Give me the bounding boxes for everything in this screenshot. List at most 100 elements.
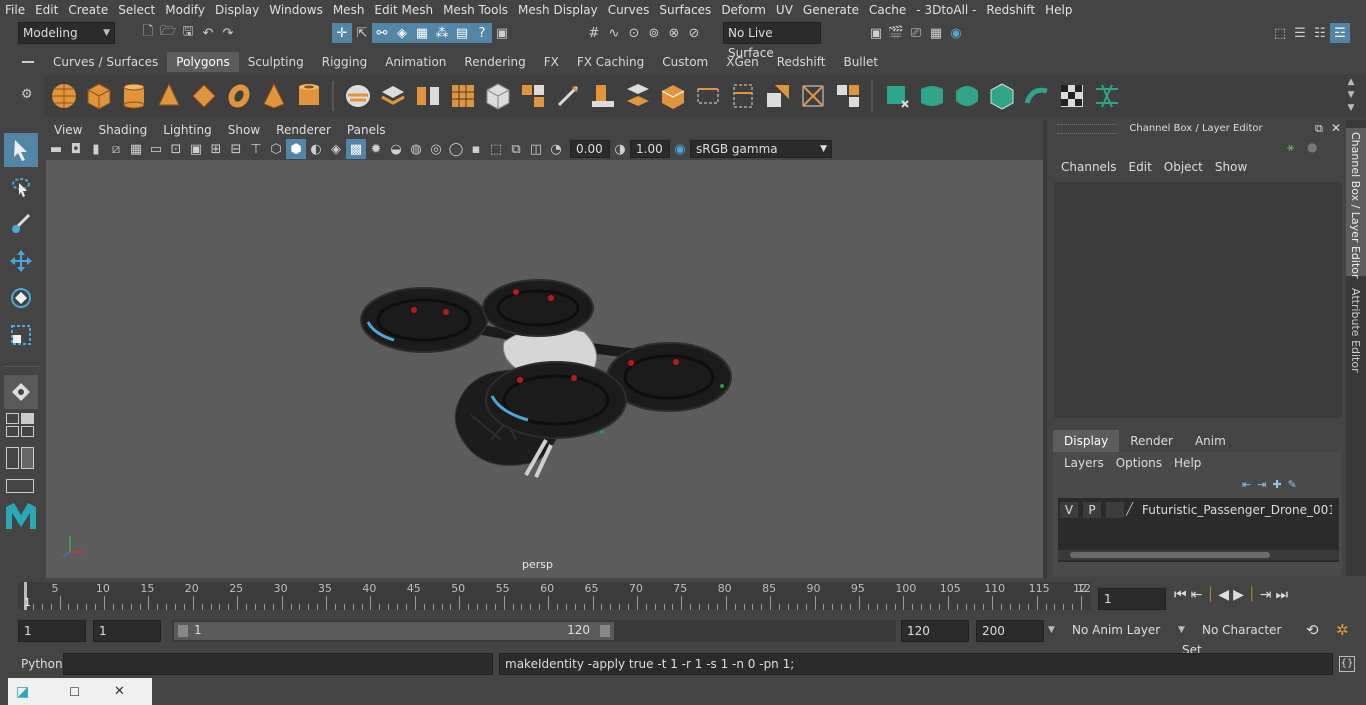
layer-color-icon[interactable]: ╱ xyxy=(1126,502,1142,518)
smooth-icon[interactable] xyxy=(448,81,478,111)
panel-menu-show[interactable]: Show xyxy=(220,120,268,140)
move-tool-icon[interactable] xyxy=(4,244,38,278)
new-layer-icon[interactable]: ✚ xyxy=(1272,478,1281,491)
remesh-icon[interactable] xyxy=(518,81,548,111)
drone-model[interactable] xyxy=(46,160,1043,578)
film-gate-icon[interactable]: ▭ xyxy=(146,139,166,159)
range-right-grip[interactable] xyxy=(600,625,610,637)
tab-render[interactable]: Render xyxy=(1119,430,1184,452)
mirror-icon[interactable] xyxy=(413,81,443,111)
cb-menu-show[interactable]: Show xyxy=(1209,160,1253,174)
smooth-shade-icon[interactable]: ⬢ xyxy=(286,139,306,159)
textured-icon[interactable]: ◈ xyxy=(326,139,346,159)
animation-start-field[interactable]: 1 xyxy=(18,620,86,642)
use-all-lights-icon[interactable]: ▩ xyxy=(346,139,366,159)
motion-blur-icon[interactable]: ◍ xyxy=(406,139,426,159)
paint-select-tool-icon[interactable] xyxy=(4,207,38,241)
panel-menu-lighting[interactable]: Lighting xyxy=(155,120,220,140)
graph-layout-icon[interactable] xyxy=(21,447,34,469)
layer-menu-layers[interactable]: Layers xyxy=(1058,456,1110,470)
menu-3dtoall[interactable]: - 3DtoAll - xyxy=(911,0,981,20)
menu-surfaces[interactable]: Surfaces xyxy=(654,0,716,20)
close-window-icon[interactable]: ✕ xyxy=(114,684,125,699)
snap-curve-icon[interactable]: ∿ xyxy=(604,23,624,43)
range-slider[interactable]: 1 120 xyxy=(172,620,896,642)
menu-deform[interactable]: Deform xyxy=(716,0,771,20)
tab-redshift[interactable]: Redshift xyxy=(768,52,835,72)
menu-redshift[interactable]: Redshift xyxy=(981,0,1040,20)
menu-uv[interactable]: UV xyxy=(771,0,798,20)
target-weld-icon[interactable] xyxy=(798,81,828,111)
snap-icon[interactable]: ◈ xyxy=(392,23,412,43)
menu-curves[interactable]: Curves xyxy=(603,0,655,20)
layer-visibility-toggle[interactable]: V xyxy=(1060,502,1078,518)
panel-menu-shading[interactable]: Shading xyxy=(90,120,155,140)
tab-rigging[interactable]: Rigging xyxy=(313,52,376,72)
rotate-tool-icon[interactable] xyxy=(4,281,38,315)
go-to-start-icon[interactable]: ⏮ xyxy=(1174,587,1187,603)
two-pane-layout-icon[interactable] xyxy=(21,413,34,424)
menu-create[interactable]: Create xyxy=(63,0,113,20)
gate-mask-icon[interactable]: ▣ xyxy=(186,139,206,159)
poly-cone-icon[interactable] xyxy=(154,81,184,111)
move-layer-up-icon[interactable]: ⇤ xyxy=(1242,478,1251,491)
tab-fx-caching[interactable]: FX Caching xyxy=(568,52,653,72)
tab-display[interactable]: Display xyxy=(1053,430,1120,452)
menu-help[interactable]: Help xyxy=(1040,0,1077,20)
cylindrical-uv-icon[interactable] xyxy=(917,81,947,111)
shadows-icon[interactable]: ✹ xyxy=(366,139,386,159)
layer-playback-toggle[interactable]: P xyxy=(1083,502,1101,518)
tab-sculpting[interactable]: Sculpting xyxy=(239,52,313,72)
select-component-icon[interactable]: ⚯ xyxy=(372,23,392,43)
four-pane-layout-icon[interactable] xyxy=(6,426,19,437)
select-hierarchy-icon[interactable]: ✛ xyxy=(332,23,352,43)
menu-select[interactable]: Select xyxy=(113,0,160,20)
layer-menu-options[interactable]: Options xyxy=(1110,456,1168,470)
tab-xgen[interactable]: XGen xyxy=(717,52,768,72)
gamma-field[interactable]: 1.00 xyxy=(630,140,670,158)
xray-icon[interactable]: ⬚ xyxy=(486,139,506,159)
menu-generate[interactable]: Generate xyxy=(798,0,864,20)
play-backwards-icon[interactable]: ◀ xyxy=(1218,587,1229,603)
menu-edit[interactable]: Edit xyxy=(30,0,63,20)
perspective-viewport[interactable]: persp xyxy=(46,160,1043,578)
ipr-render-icon[interactable]: ⎚ xyxy=(906,23,926,43)
spherical-uv-icon[interactable] xyxy=(952,81,982,111)
tab-bullet[interactable]: Bullet xyxy=(834,52,887,72)
render-view-icon[interactable]: ▦ xyxy=(926,23,946,43)
snap-point-icon[interactable]: ⊙ xyxy=(624,23,644,43)
image-plane-icon[interactable]: ⧄ xyxy=(106,139,126,159)
merge-icon[interactable] xyxy=(763,81,793,111)
collapse-icon[interactable] xyxy=(833,81,863,111)
mask-deform-icon[interactable]: ⁂ xyxy=(432,23,452,43)
redo-icon[interactable]: ↷ xyxy=(218,23,238,43)
camera-icon[interactable]: ▬ xyxy=(46,139,66,159)
playback-start-field[interactable]: 1 xyxy=(93,620,161,642)
color-space-dropdown[interactable]: sRGB gamma ▼ xyxy=(690,140,832,158)
poly-cylinder-icon[interactable] xyxy=(119,81,149,111)
script-language-label[interactable]: Python xyxy=(21,657,63,671)
anim-layer-dropdown[interactable]: ▼ No Anim Layer xyxy=(1048,620,1164,642)
scale-tool-icon[interactable] xyxy=(4,318,38,352)
save-scene-icon[interactable]: 🖫 xyxy=(178,23,198,43)
gamma-icon[interactable]: ◑ xyxy=(610,139,630,159)
animation-end-field[interactable]: 200 xyxy=(976,620,1044,642)
render-settings-icon[interactable]: ▣ xyxy=(866,23,886,43)
depth-of-field-icon[interactable]: ◯ xyxy=(446,139,466,159)
tab-attribute-editor-vertical[interactable]: Attribute Editor xyxy=(1346,286,1366,376)
panel-menu-view[interactable]: View xyxy=(46,120,90,140)
poly-plane-icon[interactable] xyxy=(189,81,219,111)
exposure-field[interactable]: 0.00 xyxy=(570,140,610,158)
range-left-grip[interactable] xyxy=(178,625,188,637)
script-editor-icon[interactable]: {} xyxy=(1339,656,1355,672)
scrollbar-thumb[interactable] xyxy=(1070,552,1270,558)
menu-mesh-tools[interactable]: Mesh Tools xyxy=(438,0,513,20)
go-to-end-icon[interactable]: ⏭ xyxy=(1276,587,1289,603)
panel-menu-renderer[interactable]: Renderer xyxy=(268,120,339,140)
range-slider-handle[interactable]: 1 120 xyxy=(174,622,614,640)
separate-icon[interactable] xyxy=(378,81,408,111)
time-slider[interactable]: 5 10 15 20 25 30 35 40 45 50 55 60 65 70 75 80 85 90 95 100… xyxy=(18,582,1091,610)
tool-settings-toggle-icon[interactable]: ☷ xyxy=(1310,23,1330,43)
snap-grid-icon[interactable]: # xyxy=(584,23,604,43)
shelf-menu-icon[interactable] xyxy=(22,61,34,63)
